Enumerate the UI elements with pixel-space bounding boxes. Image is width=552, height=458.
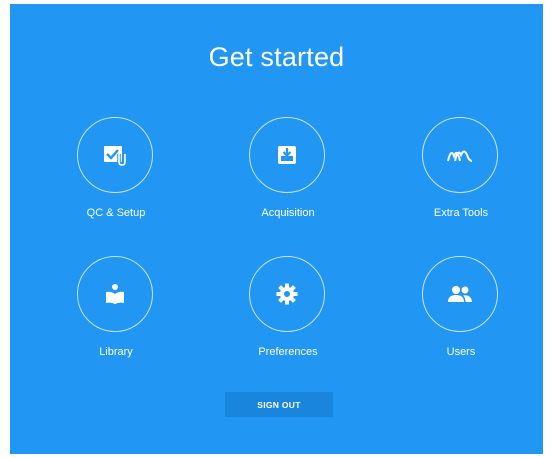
extra-tools-label: Extra Tools — [433, 207, 489, 219]
library-reader-icon — [106, 284, 124, 304]
users-label: Users — [446, 346, 476, 358]
preferences-tile[interactable]: Preferences — [228, 256, 348, 366]
preferences-circle[interactable] — [249, 256, 325, 332]
library-tile[interactable]: Library — [56, 256, 176, 366]
acquisition-circle[interactable] — [249, 117, 325, 193]
qc-setup-icon — [104, 146, 127, 166]
users-icon — [448, 286, 472, 302]
extra-tools-tile[interactable]: Extra Tools — [401, 117, 521, 227]
acquisition-tile[interactable]: Acquisition — [228, 117, 348, 227]
qc-setup-label: QC & Setup — [86, 207, 146, 219]
page-title: Get started — [208, 42, 345, 72]
get-started-panel: Get started QC & Setup Acquisition Extra… — [10, 4, 543, 454]
acquisition-label: Acquisition — [261, 207, 315, 219]
acquisition-tray-icon — [278, 146, 296, 164]
preferences-label: Preferences — [258, 346, 318, 358]
sign-out-button[interactable]: SIGN OUT — [225, 392, 333, 417]
extra-tools-waves-icon — [447, 150, 473, 162]
users-tile[interactable]: Users — [401, 256, 521, 366]
qc-setup-tile[interactable]: QC & Setup — [56, 117, 176, 227]
qc-setup-circle[interactable] — [77, 117, 153, 193]
library-circle[interactable] — [77, 256, 153, 332]
extra-tools-circle[interactable] — [422, 117, 498, 193]
gear-icon — [276, 283, 298, 305]
library-label: Library — [99, 346, 133, 358]
users-circle[interactable] — [422, 256, 498, 332]
